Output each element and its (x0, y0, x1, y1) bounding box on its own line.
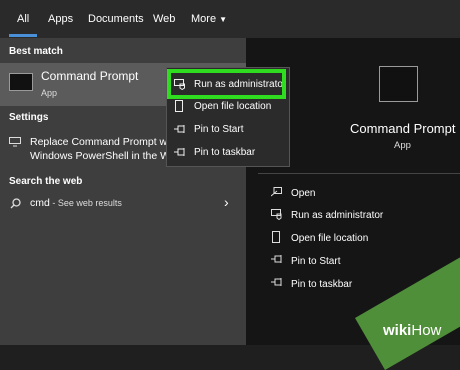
search-web-heading: Search the web (9, 176, 83, 187)
ctx-pin-start-icon (174, 125, 186, 133)
web-result[interactable]: cmd - See web results (30, 197, 122, 209)
file-location-icon (272, 231, 281, 243)
tab-documents[interactable]: Documents (88, 13, 144, 25)
settings-item-line1[interactable]: Replace Command Prompt w (30, 136, 167, 148)
action-pin-to-start[interactable]: Pin to Start (291, 256, 340, 267)
tab-apps[interactable]: Apps (48, 13, 73, 25)
watermark-suffix: How (411, 322, 442, 339)
ctx-pin-taskbar-icon (174, 148, 186, 156)
command-prompt-icon (9, 73, 33, 91)
action-open[interactable]: Open (291, 188, 315, 199)
settings-item-line2[interactable]: Windows PowerShell in the W (30, 150, 170, 162)
open-icon (271, 187, 282, 197)
tab-more[interactable]: More ▼ (191, 13, 227, 25)
chevron-right-icon[interactable]: › (224, 194, 229, 210)
wikihow-watermark: wikiHow (383, 322, 441, 339)
tab-all-indicator (9, 34, 37, 37)
settings-monitor-icon (9, 137, 21, 147)
watermark-prefix: wiki (383, 322, 412, 339)
settings-heading: Settings (9, 112, 49, 123)
best-match-title: Command Prompt (41, 69, 139, 83)
best-match-subtitle: App (41, 88, 58, 98)
tab-more-label: More (191, 13, 217, 25)
web-query: cmd (30, 197, 50, 209)
search-icon (10, 198, 21, 209)
detail-divider (258, 173, 460, 174)
pin-start-icon (271, 255, 283, 263)
action-open-file-location[interactable]: Open file location (291, 233, 368, 244)
best-match-heading: Best match (9, 46, 63, 57)
action-pin-to-taskbar[interactable]: Pin to taskbar (291, 279, 352, 290)
ctx-pin-to-taskbar[interactable]: Pin to taskbar (194, 147, 255, 158)
pin-taskbar-icon (271, 278, 283, 286)
chevron-down-icon: ▼ (219, 15, 228, 24)
web-suffix: - See web results (49, 198, 122, 208)
shield-icon (271, 209, 282, 220)
highlight-box (167, 69, 286, 99)
tab-all[interactable]: All (17, 13, 29, 25)
detail-title: Command Prompt (350, 121, 456, 136)
ctx-pin-to-start[interactable]: Pin to Start (194, 124, 243, 135)
action-run-as-admin[interactable]: Run as administrator (291, 210, 383, 221)
command-prompt-large-icon (379, 66, 418, 102)
tab-web[interactable]: Web (153, 13, 175, 25)
ctx-open-file-location[interactable]: Open file location (194, 101, 271, 112)
detail-subtitle: App (394, 140, 411, 151)
ctx-file-location-icon (175, 100, 184, 112)
